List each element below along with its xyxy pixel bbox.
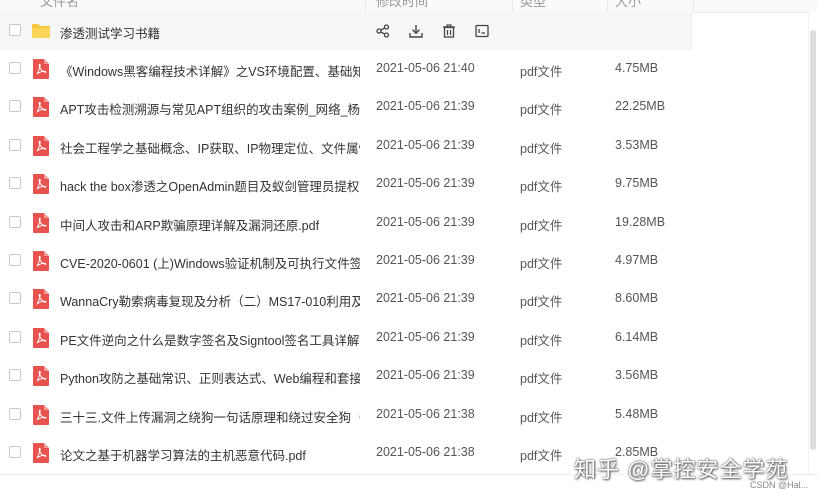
file-size: 5.48MB [615,406,659,421]
folder-icon [32,24,50,38]
file-name[interactable]: Python攻防之基础常识、正则表达式、Web编程和套接... [60,368,360,387]
file-name[interactable]: 论文之基于机器学习算法的主机恶意代码.pdf [60,445,360,464]
file-date: 2021-05-06 21:39 [376,329,475,344]
header-date[interactable]: 修改时间 [376,0,428,10]
file-size: 4.97MB [615,253,659,267]
file-size: 4.75MB [615,61,659,75]
file-name[interactable]: 中间人攻击和ARP欺骗原理详解及漏洞还原.pdf [60,215,360,234]
file-row[interactable]: APT攻击检测溯源与常见APT组织的攻击案例_网络_杨秀... 2021-05-0… [0,88,818,126]
scrollbar-thumb[interactable] [810,30,816,450]
row-checkbox[interactable] [9,407,21,420]
file-name[interactable]: 三十三.文件上传漏洞之绕狗一句话原理和绕过安全狗（六... [60,407,360,426]
row-checkbox[interactable] [9,62,21,74]
csdn-tag: CSDN @Hal... [750,480,809,490]
header-divider [607,0,608,12]
file-size: 3.53MB [615,137,659,152]
file-size: 8.60MB [615,291,659,306]
row-checkbox[interactable] [9,24,21,36]
file-date: 2021-05-06 21:39 [376,176,475,191]
row-checkbox[interactable] [9,138,21,151]
header-name[interactable]: 文件名 [40,0,79,10]
row-checkbox[interactable] [9,330,21,343]
file-size: 3.56MB [615,368,659,383]
file-type: pdf文件 [520,218,563,233]
file-type: pdf文件 [520,410,563,425]
file-name[interactable]: WannaCry勒索病毒复现及分析（二）MS17-010利用及... [60,291,360,310]
file-date: 2021-05-06 21:38 [376,445,475,459]
file-date: 2021-05-06 21:39 [376,137,475,152]
file-date: 2021-05-06 21:38 [376,406,475,421]
file-date: 2021-05-06 21:39 [376,214,475,229]
folder-name[interactable]: 渗透测试学习书籍 [60,23,360,42]
file-row[interactable]: PE文件逆向之什么是数字签名及Signtool签名工具详解（... 2021-05… [0,319,818,357]
row-checkbox[interactable] [9,446,21,458]
file-type: pdf文件 [520,180,563,195]
header-divider [693,0,694,12]
file-name[interactable]: 《Windows黑客编程技术详解》之VS环境配置、基础知... [60,61,360,80]
file-type: pdf文件 [520,449,563,463]
file-row[interactable]: 中间人攻击和ARP欺骗原理详解及漏洞还原.pdf 2021-05-06 21:39… [0,204,818,242]
more-icon[interactable] [471,20,493,42]
file-size: 6.14MB [615,329,659,344]
file-date: 2021-05-06 21:39 [376,99,475,114]
file-date: 2021-05-06 21:39 [376,253,475,267]
file-type: pdf文件 [520,141,563,156]
row-checkbox[interactable] [9,177,21,190]
file-name[interactable]: hack the box渗透之OpenAdmin题目及蚁剑管理员提权... [60,176,360,195]
file-size: 22.25MB [615,99,666,114]
file-type: pdf文件 [520,103,563,118]
file-size: 19.28MB [615,214,666,229]
file-row[interactable]: Python攻防之基础常识、正则表达式、Web编程和套接... 2021-05-0… [0,357,818,395]
header-divider [512,0,513,12]
file-type: pdf文件 [520,372,563,387]
file-name[interactable]: PE文件逆向之什么是数字签名及Signtool签名工具详解（... [60,330,360,349]
file-type: pdf文件 [520,333,563,348]
file-date: 2021-05-06 21:39 [376,368,475,383]
header-type[interactable]: 类型 [520,0,546,10]
share-icon[interactable] [372,20,394,42]
folder-row[interactable]: 渗透测试学习书籍 [0,12,693,50]
file-name[interactable]: APT攻击检测溯源与常见APT组织的攻击案例_网络_杨秀... [60,99,360,118]
header-size[interactable]: 大小 [615,0,641,10]
row-checkbox[interactable] [9,254,21,266]
file-row[interactable]: WannaCry勒索病毒复现及分析（二）MS17-010利用及... 2021-0… [0,280,818,318]
file-name[interactable]: CVE-2020-0601 (上)Windows验证机制及可执行文件签... [60,253,360,272]
row-checkbox[interactable] [9,215,21,228]
file-row[interactable]: hack the box渗透之OpenAdmin题目及蚁剑管理员提权... 202… [0,165,818,203]
row-checkbox[interactable] [9,369,21,382]
file-row[interactable]: 《Windows黑客编程技术详解》之VS环境配置、基础知... 2021-05-0… [0,50,818,88]
file-row[interactable]: 三十三.文件上传漏洞之绕狗一句话原理和绕过安全狗（六... 2021-05-06 … [0,396,818,434]
file-type: pdf文件 [520,65,563,79]
file-type: pdf文件 [520,295,563,310]
file-row[interactable]: CVE-2020-0601 (上)Windows验证机制及可执行文件签... 20… [0,242,818,280]
file-type: pdf文件 [520,257,563,271]
file-date: 2021-05-06 21:40 [376,61,475,75]
header-divider [365,0,366,12]
row-checkbox[interactable] [9,292,21,305]
file-row[interactable]: 社会工程学之基础概念、IP获取、IP物理定位、文件属性... 2021-05-06… [0,127,818,165]
file-size: 9.75MB [615,176,659,191]
file-name[interactable]: 社会工程学之基础概念、IP获取、IP物理定位、文件属性... [60,138,360,157]
file-date: 2021-05-06 21:39 [376,291,475,306]
row-checkbox[interactable] [9,100,21,113]
delete-icon[interactable] [438,20,460,42]
download-icon[interactable] [405,20,427,42]
